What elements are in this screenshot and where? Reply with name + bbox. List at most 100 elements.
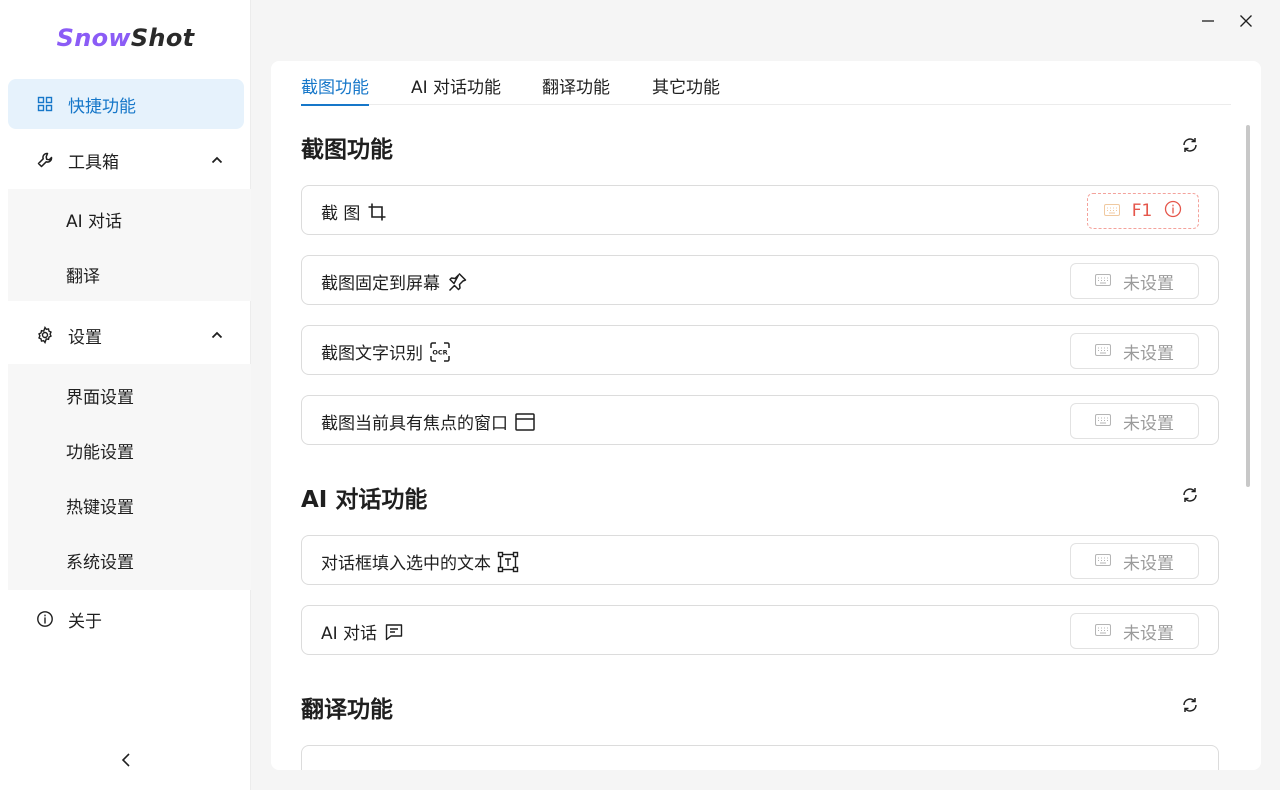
sidebar-item-ui-settings[interactable]: 界面设置 bbox=[66, 370, 134, 420]
row-text: 对话框填入选中的文本 bbox=[321, 554, 491, 574]
logo-snow: Snow bbox=[56, 24, 131, 52]
sidebar-item-label: 设置 bbox=[68, 327, 102, 348]
grid-icon bbox=[36, 95, 54, 113]
chevron-up-icon bbox=[210, 327, 224, 347]
close-button[interactable] bbox=[1234, 9, 1258, 33]
submenu-label: 功能设置 bbox=[66, 442, 134, 463]
hotkey-value: 未设置 bbox=[1123, 623, 1174, 644]
section-title-translate: 翻译功能 bbox=[301, 697, 393, 723]
reset-translate-button[interactable] bbox=[1179, 694, 1201, 716]
tab-label: 截图功能 bbox=[301, 78, 369, 98]
keyboard-icon bbox=[1095, 551, 1111, 571]
row-label: 对话框填入选中的文本 bbox=[321, 549, 519, 574]
keyboard-icon bbox=[1095, 411, 1111, 431]
hotkey-input-ocr[interactable]: 未设置 bbox=[1070, 333, 1199, 369]
reset-screenshot-button[interactable] bbox=[1179, 134, 1201, 156]
logo-shot: Shot bbox=[130, 24, 195, 52]
ocr-icon: OCR bbox=[429, 341, 451, 363]
sidebar-item-toolbox[interactable]: 工具箱 bbox=[8, 135, 244, 185]
sidebar-item-system-settings[interactable]: 系统设置 bbox=[66, 535, 134, 585]
hotkey-value: 未设置 bbox=[1123, 553, 1174, 574]
svg-text:OCR: OCR bbox=[432, 348, 447, 356]
minimize-icon bbox=[1202, 20, 1214, 22]
row-label: AI 对话 bbox=[321, 619, 405, 644]
crop-icon bbox=[366, 201, 388, 223]
tab-label: 其它功能 bbox=[652, 78, 720, 98]
chevron-left-icon bbox=[121, 753, 130, 767]
pin-icon bbox=[446, 271, 468, 293]
wrench-icon bbox=[36, 151, 54, 169]
tab-ai-chat[interactable]: AI 对话功能 bbox=[411, 73, 501, 105]
row-text: 截图当前具有焦点的窗口 bbox=[321, 414, 508, 434]
keyboard-icon bbox=[1103, 201, 1120, 221]
refresh-icon bbox=[1183, 698, 1197, 712]
collapse-sidebar-button[interactable] bbox=[116, 750, 136, 770]
sidebar-item-feature-settings[interactable]: 功能设置 bbox=[66, 425, 134, 475]
sidebar-item-label: 工具箱 bbox=[68, 152, 119, 173]
sidebar-item-settings[interactable]: 设置 bbox=[8, 310, 244, 360]
sidebar-item-about[interactable]: 关于 bbox=[8, 594, 244, 644]
hotkey-value: F1 bbox=[1131, 201, 1153, 221]
row-text: 截图固定到屏幕 bbox=[321, 274, 440, 294]
tab-other[interactable]: 其它功能 bbox=[652, 73, 720, 105]
sidebar-item-translate[interactable]: 翻译 bbox=[66, 249, 100, 299]
hotkey-row-screenshot: 截 图 F1 bbox=[301, 185, 1219, 235]
hotkey-value: 未设置 bbox=[1123, 273, 1174, 294]
submenu-label: AI 对话 bbox=[66, 211, 123, 232]
keyboard-icon bbox=[1095, 341, 1111, 361]
keyboard-icon bbox=[1095, 271, 1111, 291]
hotkey-input-focused-window[interactable]: 未设置 bbox=[1070, 403, 1199, 439]
sidebar: SnowShot 快捷功能 工具箱 AI 对话 翻译 设置 界面设置 功能设置 … bbox=[0, 0, 251, 790]
row-text: AI 对话 bbox=[321, 624, 378, 644]
hotkey-input-ai-chat[interactable]: 未设置 bbox=[1070, 613, 1199, 649]
info-icon bbox=[36, 610, 54, 628]
submenu-label: 系统设置 bbox=[66, 552, 134, 573]
refresh-icon bbox=[1183, 138, 1197, 152]
sidebar-item-hotkey-settings[interactable]: 热键设置 bbox=[66, 480, 134, 530]
row-text: 截 图 bbox=[321, 204, 361, 224]
hotkey-row-ai-chat: AI 对话 未设置 bbox=[301, 605, 1219, 655]
hotkey-row-focused-window: 截图当前具有焦点的窗口 未设置 bbox=[301, 395, 1219, 445]
submenu-label: 热键设置 bbox=[66, 497, 134, 518]
main-panel: 截图功能 AI 对话功能 翻译功能 其它功能 截图功能 截 图 F1 截图固定到… bbox=[271, 61, 1261, 770]
keyboard-icon bbox=[1095, 621, 1111, 641]
hotkey-row-pin: 截图固定到屏幕 未设置 bbox=[301, 255, 1219, 305]
sidebar-item-label: 关于 bbox=[68, 611, 102, 632]
hotkey-input-screenshot[interactable]: F1 bbox=[1087, 193, 1199, 229]
window-icon bbox=[514, 411, 536, 433]
row-label: 截图文字识别 OCR bbox=[321, 339, 451, 364]
warning-info-icon bbox=[1164, 200, 1182, 223]
close-icon bbox=[1240, 15, 1252, 27]
reset-ai-chat-button[interactable] bbox=[1179, 484, 1201, 506]
minimize-button[interactable] bbox=[1196, 9, 1220, 33]
hotkey-row-translate-partial bbox=[301, 745, 1219, 770]
tab-screenshot[interactable]: 截图功能 bbox=[301, 73, 369, 106]
chevron-up-icon bbox=[210, 152, 224, 172]
sidebar-item-ai-chat[interactable]: AI 对话 bbox=[66, 194, 122, 244]
app-logo: SnowShot bbox=[0, 24, 251, 52]
hotkey-input-pin[interactable]: 未设置 bbox=[1070, 263, 1199, 299]
refresh-icon bbox=[1183, 488, 1197, 502]
hotkey-row-fill-selected-text: 对话框填入选中的文本 未设置 bbox=[301, 535, 1219, 585]
scrollbar-thumb[interactable] bbox=[1246, 125, 1250, 487]
tab-label: 翻译功能 bbox=[542, 78, 610, 98]
hotkey-input-fill-selected-text[interactable]: 未设置 bbox=[1070, 543, 1199, 579]
hotkey-row-ocr: 截图文字识别 OCR 未设置 bbox=[301, 325, 1219, 375]
row-label: 截 图 bbox=[321, 199, 388, 224]
tab-label: AI 对话功能 bbox=[411, 78, 502, 98]
submenu-label: 界面设置 bbox=[66, 387, 134, 408]
submenu-label: 翻译 bbox=[66, 266, 100, 287]
sidebar-item-label: 快捷功能 bbox=[68, 96, 136, 117]
row-label: 截图当前具有焦点的窗口 bbox=[321, 409, 536, 434]
chat-icon bbox=[383, 621, 405, 643]
row-label: 截图固定到屏幕 bbox=[321, 269, 468, 294]
section-title-screenshot: 截图功能 bbox=[301, 137, 393, 163]
hotkey-value: 未设置 bbox=[1123, 343, 1174, 364]
toolbox-submenu: AI 对话 翻译 bbox=[8, 189, 251, 301]
tab-translate[interactable]: 翻译功能 bbox=[542, 73, 610, 105]
section-title-ai-chat: AI 对话功能 bbox=[301, 487, 428, 513]
tab-bar: 截图功能 AI 对话功能 翻译功能 其它功能 bbox=[301, 61, 1231, 106]
sidebar-item-shortcuts[interactable]: 快捷功能 bbox=[8, 79, 244, 129]
text-select-icon bbox=[497, 551, 519, 573]
hotkey-value: 未设置 bbox=[1123, 413, 1174, 434]
